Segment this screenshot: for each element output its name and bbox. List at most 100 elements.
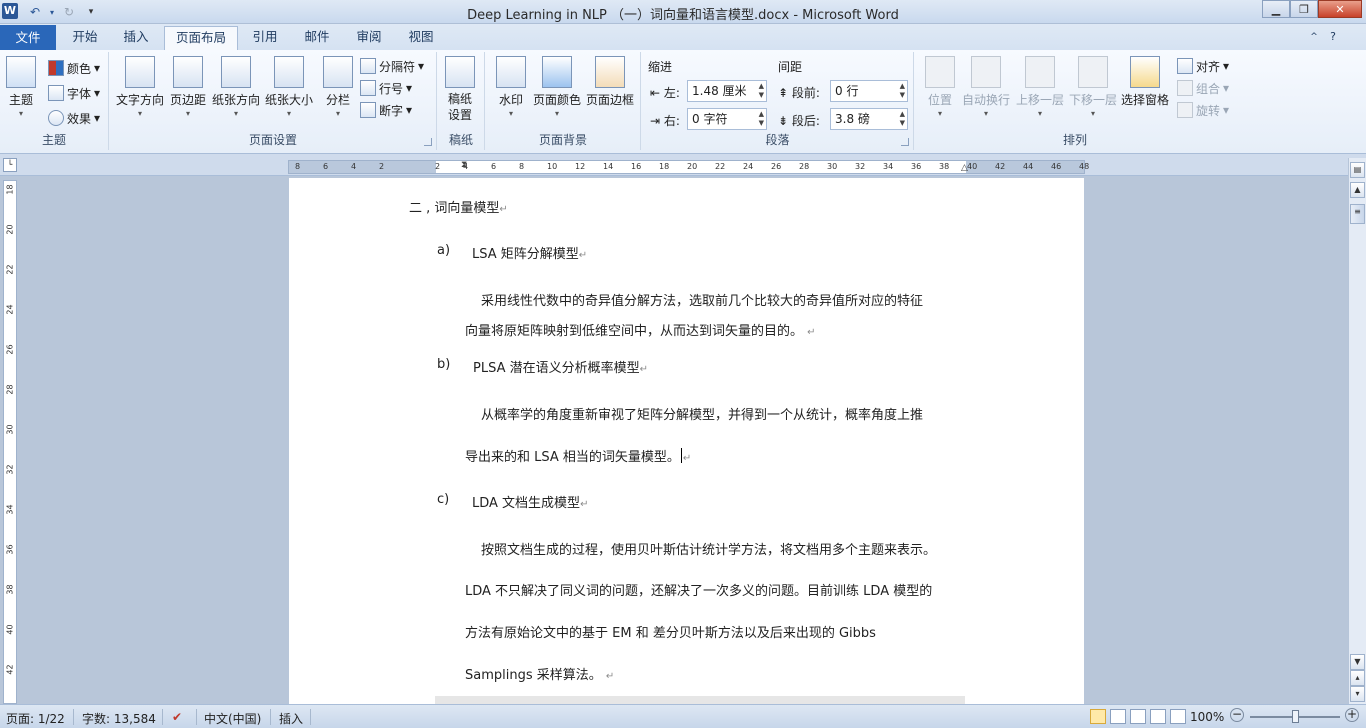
line-numbers-button[interactable]: 行号 ▾ [360,78,412,98]
scroll-thumb[interactable]: ≡ [1350,204,1365,224]
zoom-out-icon[interactable]: − [1230,708,1244,722]
vertical-ruler-tick-label: 34 [5,504,15,515]
orientation-button[interactable]: 纸张方向 ▾ [212,56,260,118]
tab-view[interactable]: 视图 [398,26,444,50]
page-color-button[interactable]: 页面颜色 ▾ [533,56,581,118]
heading-word-vector-models: 二 , 词向量模型↵ [409,201,508,216]
bring-forward-button[interactable]: 上移一层 ▾ [1016,56,1064,118]
divider [270,709,271,725]
ruler-tick-label: 8 [295,162,301,171]
ruler-tick-label: 6 [323,162,329,171]
manuscript-setup-button[interactable]: 稿纸 设置 [445,56,475,123]
tab-insert[interactable]: 插入 [112,26,160,50]
text-direction-icon [125,56,155,88]
word-count[interactable]: 字数: 13,584 [82,710,156,727]
item-b-line1: 从概率学的角度重新审视了矩阵分解模型，并得到一个从统计，概率角度上推 [481,408,924,423]
ruler-tick-label: 4 [351,162,357,171]
outline-view-icon[interactable] [1150,709,1166,724]
margins-button[interactable]: 页边距 ▾ [170,56,206,118]
spin-icon[interactable]: ▲ ▼ [759,82,764,100]
fonts-icon [48,85,64,101]
item-a-title: LSA 矩阵分解模型↵ [472,247,588,262]
theme-colors-button[interactable]: 颜色 ▾ [48,58,100,78]
indent-left-field[interactable]: 1.48 厘米 ▲ ▼ [687,80,767,102]
paragraph-launcher-icon[interactable] [901,138,909,146]
rotate-button[interactable]: 旋转 ▾ [1177,100,1229,120]
right-indent-marker-icon[interactable]: △ [961,163,968,173]
spacing-before-field[interactable]: 0 行 ▲ ▼ [830,80,908,102]
help-icon[interactable]: ? [1324,26,1342,50]
zoom-level[interactable]: 100% [1190,710,1224,724]
tab-page-layout[interactable]: 页面布局 [164,26,238,51]
tab-review[interactable]: 审阅 [346,26,392,50]
page-setup-launcher-icon[interactable] [424,138,432,146]
tab-file[interactable]: 文件 [0,25,56,50]
scroll-down-icon[interactable]: ▼ [1350,654,1365,670]
text-direction-button[interactable]: 文字方向 ▾ [116,56,164,118]
close-button[interactable]: ✕ [1318,0,1362,18]
columns-button[interactable]: 分栏 ▾ [323,56,353,118]
restore-button[interactable]: ❐ [1290,0,1318,18]
insert-mode[interactable]: 插入 [279,710,303,727]
language-indicator[interactable]: 中文(中国) [204,710,261,727]
draft-view-icon[interactable] [1170,709,1186,724]
send-backward-button[interactable]: 下移一层 ▾ [1069,56,1117,118]
window-controls: ▁ ❐ ✕ [1262,0,1362,18]
group-page-setup: 文字方向 ▾ 页边距 ▾ 纸张方向 ▾ 纸张大小 ▾ 分栏 ▾ 分隔符 ▾ 行号 ▾ 断字… [110,52,437,150]
minimize-button[interactable]: ▁ [1262,0,1290,18]
ruler-tick-label: 32 [855,162,866,171]
tab-mailings[interactable]: 邮件 [294,26,340,50]
page-border-button[interactable]: 页面边框 [586,56,634,108]
hyphenation-button[interactable]: 断字 ▾ [360,100,412,120]
theme-fonts-button[interactable]: 字体 ▾ [48,83,100,103]
group-label: 段落 [765,133,790,147]
document-page[interactable]: 二 , 词向量模型↵ a) LSA 矩阵分解模型↵ 采用线性代数中的奇异值分解方… [289,178,1084,704]
position-button[interactable]: 位置 ▾ [925,56,955,118]
spacing-after-field[interactable]: 3.8 磅 ▲ ▼ [830,108,908,130]
zoom-in-icon[interactable]: + [1345,708,1359,722]
page-count[interactable]: 页面: 1/22 [6,710,65,727]
columns-icon [323,56,353,88]
tab-home[interactable]: 开始 [60,26,110,50]
vertical-ruler[interactable]: 18 20 22 24 26 28 30 32 34 36 38 40 42 [3,180,17,704]
breaks-button[interactable]: 分隔符 ▾ [360,56,424,76]
ruler-toggle-icon[interactable]: ▤ [1350,162,1365,178]
theme-button[interactable]: 主题 ▾ [6,56,36,118]
indent-right-field[interactable]: 0 字符 ▲ ▼ [687,108,767,130]
spin-icon[interactable]: ▲ ▼ [900,82,905,100]
prev-page-icon[interactable]: ▴ [1350,670,1365,686]
full-screen-reading-view-icon[interactable] [1110,709,1126,724]
tab-references[interactable]: 引用 [242,26,288,50]
wrap-text-button[interactable]: 自动换行 ▾ [962,56,1010,118]
page-color-icon [542,56,572,88]
web-layout-view-icon[interactable] [1130,709,1146,724]
align-button[interactable]: 对齐 ▾ [1177,56,1229,76]
group-label: 页面背景 [538,133,587,147]
group-theme: 主题 ▾ 颜色 ▾ 字体 ▾ 效果 ▾ 主题 [0,52,109,150]
tab-selector-icon[interactable]: └ [3,158,17,172]
size-button[interactable]: 纸张大小 ▾ [265,56,313,118]
theme-effects-button[interactable]: 效果 ▾ [48,108,100,128]
proofing-icon[interactable]: ✔ [172,710,182,724]
spin-icon[interactable]: ▲ ▼ [900,110,905,128]
vertical-scrollbar[interactable]: ▤ ▲ ≡ ▼ ▴ ▾ [1348,158,1366,704]
horizontal-ruler[interactable]: 8 6 4 2 2 4 6 8 10 12 14 16 18 20 22 24 26 28 30 32 34 36 38 40… [288,160,1089,174]
group-label: 排列 [1062,133,1087,147]
group-button[interactable]: 组合 ▾ [1177,78,1229,98]
scroll-up-icon[interactable]: ▲ [1350,182,1365,198]
item-a-line1: 采用线性代数中的奇异值分解方法，选取前几个比较大的奇异值所对应的特征 [481,294,924,309]
item-a-line2: 向量将原矩阵映射到低维空间中，从而达到词矢量的目的。 ↵ [465,324,816,339]
indent-marker-icon[interactable]: ⧗ [461,160,467,170]
watermark-button[interactable]: 水印 ▾ [496,56,526,118]
zoom-slider-thumb[interactable] [1292,710,1299,723]
selection-pane-button[interactable]: 选择窗格 [1121,56,1169,108]
minimize-ribbon-icon[interactable]: ^ [1306,26,1322,50]
print-layout-view-icon[interactable] [1090,709,1106,724]
spin-icon[interactable]: ▲ ▼ [759,110,764,128]
indent-left-label: ⇤ 左: [650,86,680,100]
ruler-tick-label: 26 [771,162,782,171]
group-label: 稿纸 [448,133,473,147]
effects-icon [48,110,64,126]
vertical-ruler-tick-label: 42 [5,664,15,675]
next-page-icon[interactable]: ▾ [1350,686,1365,702]
